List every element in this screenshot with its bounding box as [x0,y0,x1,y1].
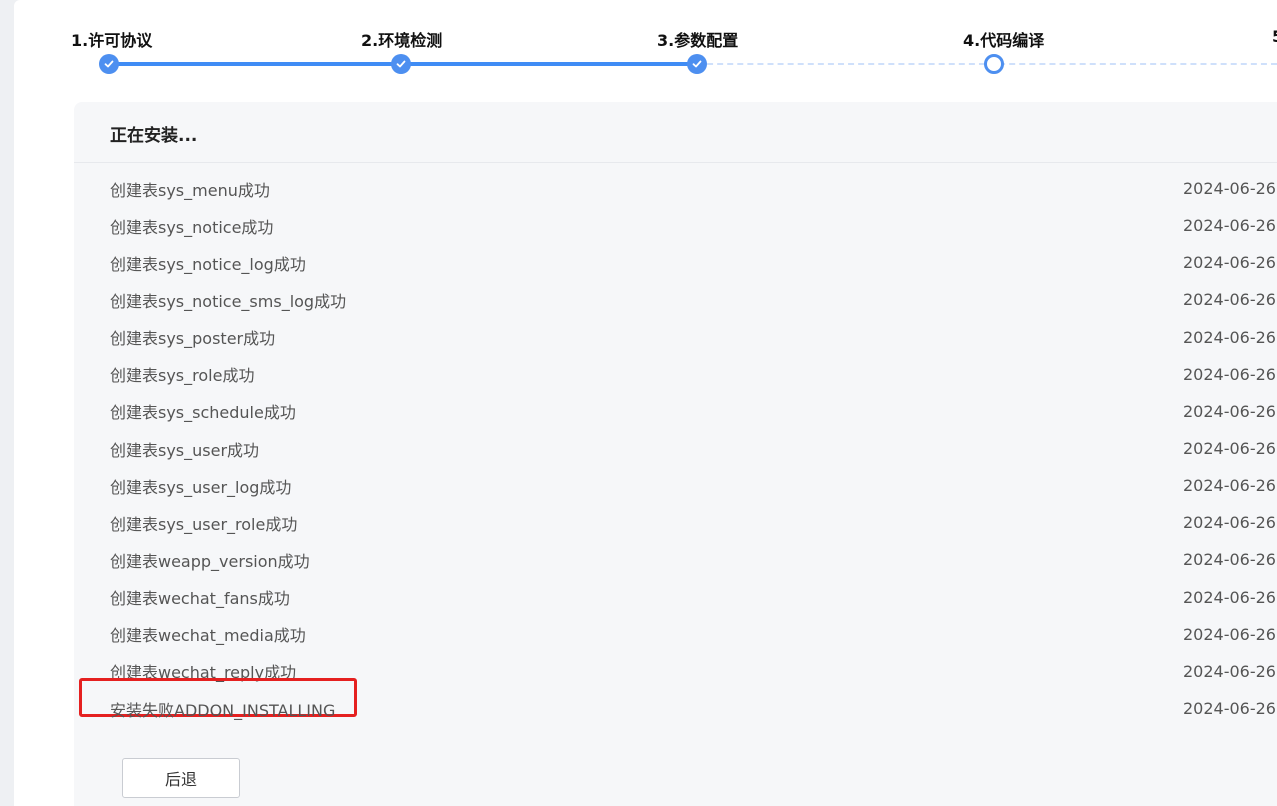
log-message-error: 安装失败ADDON_INSTALLING [110,700,336,720]
step-label-4: 4.代码编译 [963,31,1045,50]
step-label-5: 5 [1272,27,1277,46]
step-progress: 1.许可协议 2.环境检测 3.参数配置 4.代码编译 5 [14,0,1277,90]
step-label-2: 2.环境检测 [361,31,443,50]
log-row: 创建表weapp_version成功 2024-06-26 1 [74,541,1277,578]
log-row: 创建表sys_notice_sms_log成功 2024-06-26 1 [74,281,1277,318]
log-message: 创建表sys_user_log成功 [110,477,292,497]
log-time: 2024-06-26 1 [1183,327,1277,347]
installer-page: 1.许可协议 2.环境检测 3.参数配置 4.代码编译 5 正在安装... 创建… [14,0,1277,806]
log-time: 2024-06-26 1 [1183,253,1277,273]
log-message: 创建表sys_role成功 [110,366,255,386]
divider [74,162,1277,163]
log-row: 创建表sys_notice成功 2024-06-26 1 [74,207,1277,244]
log-message: 创建表sys_notice_log成功 [110,254,306,274]
check-icon [396,60,406,68]
log-row: 创建表sys_user_log成功 2024-06-26 1 [74,467,1277,504]
log-row: 创建表sys_menu成功 2024-06-26 1 [74,170,1277,207]
install-log-panel: 正在安装... 创建表sys_menu成功 2024-06-26 1 创建表sys… [74,102,1277,806]
log-message: 创建表sys_notice_sms_log成功 [110,291,347,311]
log-message: 创建表sys_user成功 [110,440,260,460]
step-label-1: 1.许可协议 [71,31,153,50]
check-icon [692,60,702,68]
log-time: 2024-06-26 1 [1183,513,1277,533]
log-time: 2024-06-26 1 [1183,216,1277,236]
log-row: 创建表sys_schedule成功 2024-06-26 1 [74,393,1277,430]
check-icon [104,60,114,68]
install-log-list: 创建表sys_menu成功 2024-06-26 1 创建表sys_notice成… [74,170,1277,727]
log-time: 2024-06-26 1 [1183,439,1277,459]
log-row-error: 安装失败ADDON_INSTALLING 2024-06-26 1 [74,677,1277,727]
log-message: 创建表sys_user_role成功 [110,514,298,534]
log-message: 创建表weapp_version成功 [110,551,310,571]
log-time: 2024-06-26 1 [1183,290,1277,310]
log-row: 创建表sys_poster成功 2024-06-26 1 [74,319,1277,356]
log-time: 2024-06-26 1 [1183,661,1277,681]
log-time: 2024-06-26 1 [1183,587,1277,607]
log-time: 2024-06-26 1 [1183,476,1277,496]
log-row: 创建表sys_role成功 2024-06-26 1 [74,356,1277,393]
step-dot-2 [391,54,411,74]
log-message: 创建表wechat_media成功 [110,626,306,646]
log-time: 2024-06-26 1 [1183,179,1277,199]
back-button[interactable]: 后退 [122,758,240,798]
log-row: 创建表sys_user成功 2024-06-26 1 [74,430,1277,467]
log-row: 创建表sys_notice_log成功 2024-06-26 1 [74,244,1277,281]
log-row: 创建表sys_user_role成功 2024-06-26 1 [74,504,1277,541]
step-dot-1 [99,54,119,74]
log-message: 创建表sys_schedule成功 [110,403,296,423]
log-row: 创建表wechat_fans成功 2024-06-26 1 [74,579,1277,616]
step-label-3: 3.参数配置 [657,31,739,50]
log-time: 2024-06-26 1 [1183,401,1277,421]
log-message: 创建表sys_poster成功 [110,329,276,349]
log-message: 创建表sys_menu成功 [110,180,270,200]
panel-title: 正在安装... [110,126,198,146]
log-time: 2024-06-26 1 [1183,624,1277,644]
step-dot-4 [984,54,1004,74]
log-time: 2024-06-26 1 [1183,550,1277,570]
log-message: 创建表wechat_fans成功 [110,589,290,609]
step-dot-3 [687,54,707,74]
log-message: 创建表sys_notice成功 [110,217,274,237]
log-time: 2024-06-26 1 [1183,364,1277,384]
log-time: 2024-06-26 1 [1183,699,1277,719]
log-row: 创建表wechat_media成功 2024-06-26 1 [74,616,1277,653]
